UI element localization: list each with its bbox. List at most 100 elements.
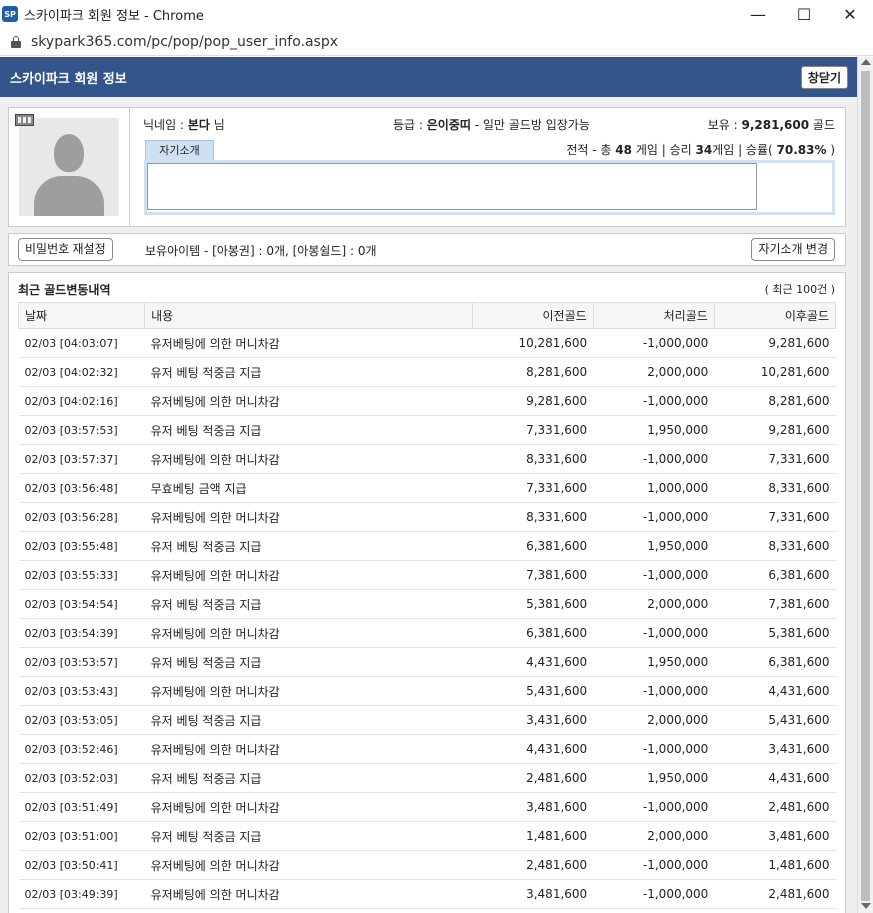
scroll-thumb[interactable] <box>861 71 870 901</box>
record-games1: 게임 | 승리 <box>632 143 696 157</box>
row-before-gold: 7,331,600 <box>472 473 594 503</box>
row-date: 02/03 [03:55:33] <box>18 560 145 590</box>
row-date: 02/03 [03:50:41] <box>18 850 145 880</box>
intro-frame <box>144 160 835 215</box>
gold-unit: 골드 <box>809 118 835 132</box>
row-content: 유저 베팅 적중금 지급 <box>144 415 473 445</box>
tab-intro[interactable]: 자기소개 <box>145 140 214 161</box>
row-after-gold: 9,281,600 <box>714 328 836 358</box>
url-text[interactable]: skypark365.com/pc/pop/pop_user_info.aspx <box>31 34 338 50</box>
row-before-gold: 9,281,600 <box>472 386 594 416</box>
row-before-gold: 8,281,600 <box>472 357 594 387</box>
record-games2: 게임 | 승률( <box>712 143 777 157</box>
table-row: 02/03 [03:53:05] 유저 베팅 적중금 지급 3,431,600 2,0… <box>18 705 836 735</box>
nickname-suffix: 님 <box>209 118 225 132</box>
row-change-gold: -1,000,000 <box>593 444 715 474</box>
row-after-gold: 10,281,600 <box>714 357 836 387</box>
table-row: 02/03 [03:56:28] 유저베팅에 의한 머니차감 8,331,600 -1… <box>18 502 836 532</box>
column-header-before: 이전골드 <box>471 302 594 329</box>
row-content: 유저 베팅 적중금 지급 <box>144 821 473 851</box>
intro-panel <box>147 163 832 212</box>
row-after-gold: 4,431,600 <box>714 676 836 706</box>
row-date: 02/03 [03:56:48] <box>18 473 145 503</box>
row-before-gold: 7,381,600 <box>472 560 594 590</box>
row-change-gold: -1,000,000 <box>593 502 715 532</box>
row-before-gold: 4,431,600 <box>472 647 594 677</box>
scroll-down-icon[interactable] <box>861 903 871 909</box>
row-change-gold: -1,000,000 <box>593 386 715 416</box>
photo-icon[interactable] <box>15 114 34 126</box>
close-popup-button[interactable]: 창닫기 <box>800 65 848 89</box>
table-row: 02/03 [04:03:07] 유저베팅에 의한 머니차감 10,281,600-… <box>18 328 836 358</box>
row-before-gold: 10,281,600 <box>472 328 594 358</box>
intro-textbox[interactable] <box>147 163 757 210</box>
maximize-icon[interactable]: ☐ <box>781 0 827 28</box>
row-after-gold: 6,381,600 <box>714 560 836 590</box>
row-date: 02/03 [03:52:03] <box>18 763 145 793</box>
row-content: 유저베팅에 의한 머니차감 <box>144 328 473 358</box>
row-after-gold: 3,481,600 <box>714 821 836 851</box>
table-row: 02/03 [03:52:46] 유저베팅에 의한 머니차감 4,431,600 -1… <box>18 734 836 764</box>
row-content: 유저 베팅 적중금 지급 <box>144 589 473 619</box>
row-content: 유저베팅에 의한 머니차감 <box>144 792 473 822</box>
row-before-gold: 7,331,600 <box>472 415 594 445</box>
close-window-icon[interactable]: ✕ <box>827 0 873 28</box>
table-row: 02/03 [03:54:39] 유저베팅에 의한 머니차감 6,381,600 -1… <box>18 618 836 648</box>
row-after-gold: 8,331,600 <box>714 473 836 503</box>
row-after-gold: 8,281,600 <box>714 386 836 416</box>
record-suffix: ) <box>826 143 835 157</box>
history-body: 02/03 [04:03:07] 유저베팅에 의한 머니차감 10,281,600-… <box>18 328 836 909</box>
table-row: 02/03 [03:50:41] 유저베팅에 의한 머니차감 2,481,600 -1… <box>18 850 836 880</box>
table-row: 02/03 [03:57:37] 유저베팅에 의한 머니차감 8,331,600 -1… <box>18 444 836 474</box>
address-bar[interactable]: skypark365.com/pc/pop/pop_user_info.aspx <box>0 28 873 56</box>
row-date: 02/03 [03:51:00] <box>18 821 145 851</box>
row-after-gold: 7,331,600 <box>714 502 836 532</box>
reset-password-button[interactable]: 비밀번호 재설정 <box>18 238 113 261</box>
row-change-gold: -1,000,000 <box>593 328 715 358</box>
row-before-gold: 6,381,600 <box>472 618 594 648</box>
row-content: 유저베팅에 의한 머니차감 <box>144 386 473 416</box>
record-total: 48 <box>615 143 632 157</box>
row-date: 02/03 [03:53:43] <box>18 676 145 706</box>
history-title: 최근 골드변동내역 <box>18 283 111 297</box>
scroll-up-icon[interactable] <box>861 59 871 65</box>
row-content: 유저 베팅 적중금 지급 <box>144 647 473 677</box>
row-after-gold: 9,281,600 <box>714 415 836 445</box>
row-change-gold: 1,950,000 <box>593 647 715 677</box>
row-change-gold: -1,000,000 <box>593 734 715 764</box>
row-date: 02/03 [03:57:37] <box>18 444 145 474</box>
row-after-gold: 1,481,600 <box>714 850 836 880</box>
scrollbar[interactable] <box>857 57 873 913</box>
row-change-gold: -1,000,000 <box>593 879 715 909</box>
row-date: 02/03 [03:53:57] <box>18 647 145 677</box>
row-date: 02/03 [03:57:53] <box>18 415 145 445</box>
gold-label: 보유 : <box>707 118 742 132</box>
row-change-gold: 2,000,000 <box>593 821 715 851</box>
lock-icon[interactable] <box>11 35 21 48</box>
row-after-gold: 5,381,600 <box>714 618 836 648</box>
row-before-gold: 1,481,600 <box>472 821 594 851</box>
table-header-row: 날짜 내용 이전골드 처리골드 이후골드 <box>17 302 837 329</box>
row-after-gold: 7,331,600 <box>714 444 836 474</box>
change-intro-button[interactable]: 자기소개 변경 <box>751 238 835 261</box>
title-bar: SP 스카이파크 회원 정보 - Chrome — ☐ ✕ <box>0 0 873 28</box>
avatar <box>19 118 119 216</box>
grade-line: 등급 : 은이중띠 - 일만 골드방 입장가능 <box>393 116 590 133</box>
minimize-icon[interactable]: — <box>735 0 781 28</box>
table-row: 02/03 [04:02:32] 유저 베팅 적중금 지급 8,281,600 2,0… <box>18 357 836 387</box>
row-change-gold: -1,000,000 <box>593 618 715 648</box>
column-header-content: 내용 <box>144 302 473 329</box>
row-before-gold: 3,431,600 <box>472 705 594 735</box>
grade-value: 은이중띠 <box>426 118 471 132</box>
column-header-change: 처리골드 <box>592 302 715 329</box>
row-after-gold: 5,431,600 <box>714 705 836 735</box>
row-change-gold: 1,950,000 <box>593 763 715 793</box>
window-title: 스카이파크 회원 정보 - Chrome <box>24 8 204 24</box>
row-content: 유저 베팅 적중금 지급 <box>144 763 473 793</box>
row-before-gold: 5,381,600 <box>472 589 594 619</box>
table-row: 02/03 [03:53:57] 유저 베팅 적중금 지급 4,431,600 1,9… <box>18 647 836 677</box>
avatar-body-icon <box>34 176 104 216</box>
row-change-gold: -1,000,000 <box>593 676 715 706</box>
table-row: 02/03 [03:49:39] 유저베팅에 의한 머니차감 3,481,600 -1… <box>18 879 836 909</box>
avatar-box <box>9 108 130 226</box>
